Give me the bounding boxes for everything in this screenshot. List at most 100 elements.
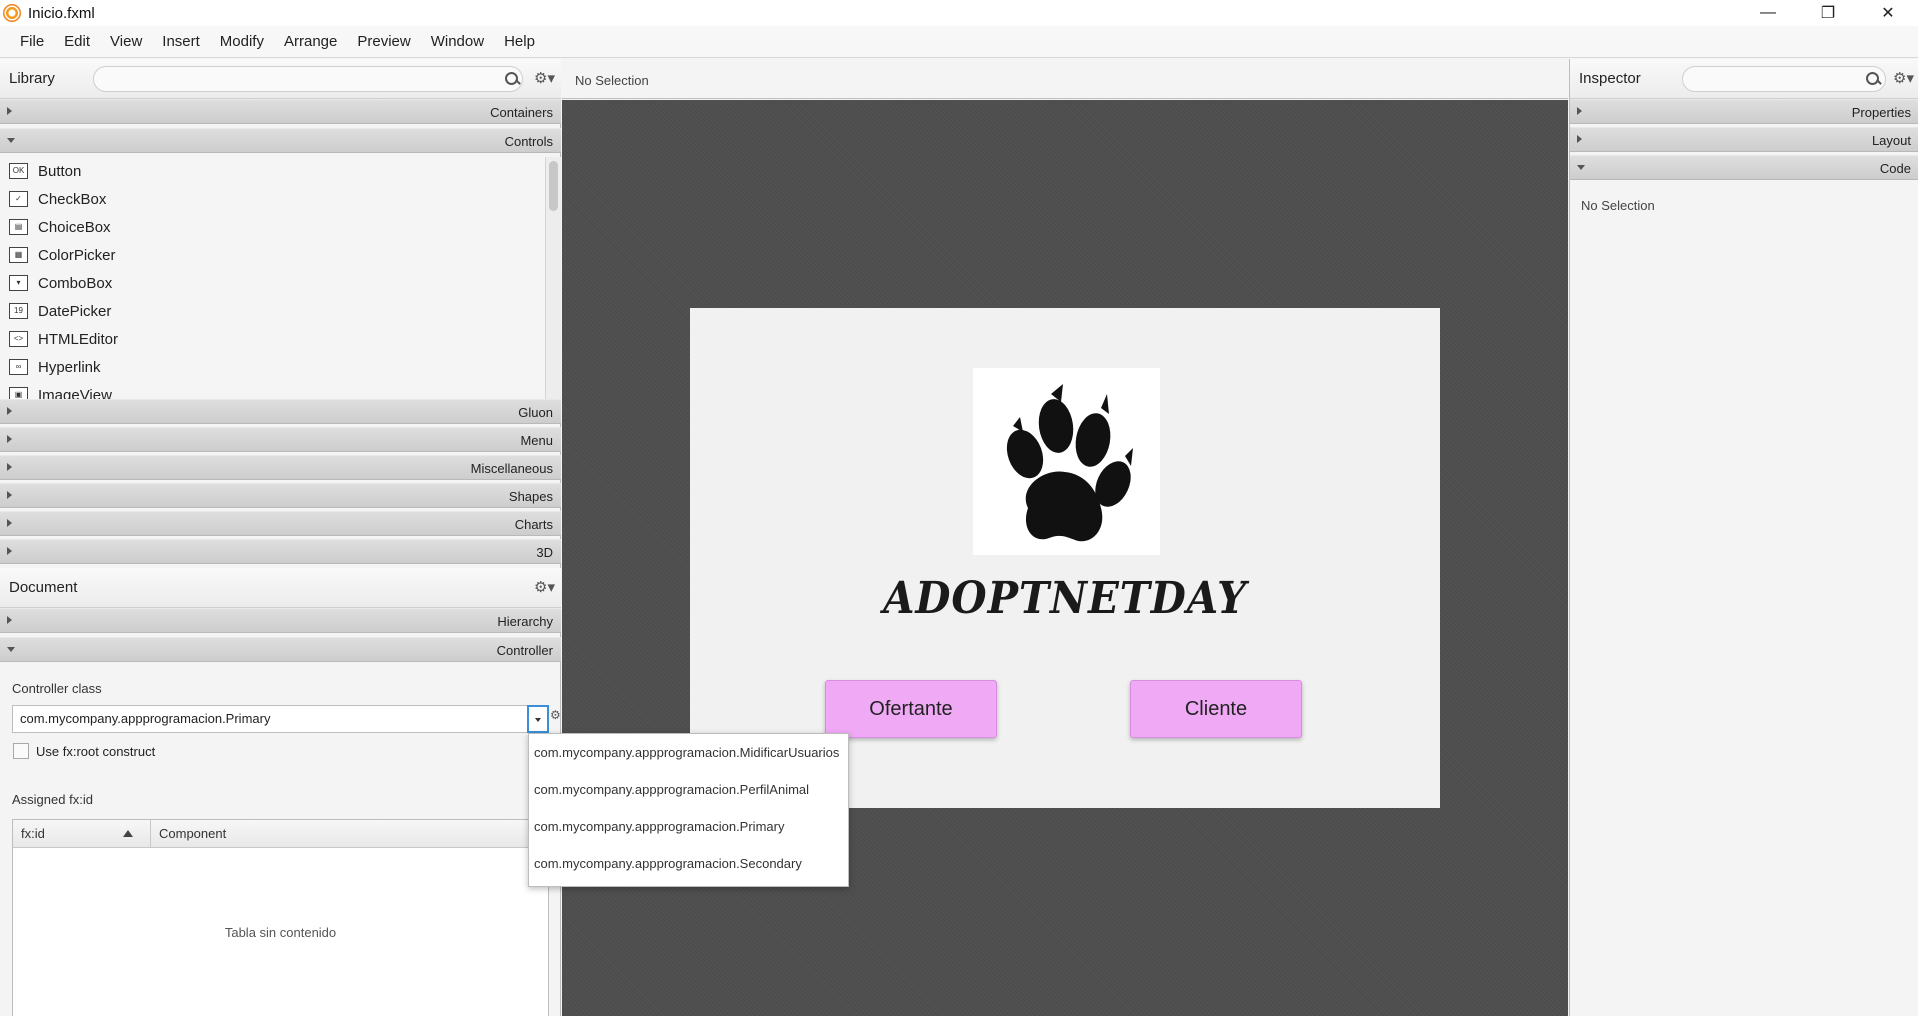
library-item-datepicker[interactable]: 19 DatePicker xyxy=(0,297,545,325)
section-shapes[interactable]: Shapes xyxy=(0,483,561,508)
choicebox-icon: ▤ xyxy=(9,219,28,235)
dropdown-option[interactable]: com.mycompany.appprogramacion.PerfilAnim… xyxy=(529,771,848,808)
colorpicker-icon: ▦ xyxy=(9,247,28,263)
window-controls: — ❐ ✕ xyxy=(1738,0,1918,26)
controller-class-dropdown-button[interactable] xyxy=(527,705,549,733)
app-name-label[interactable]: ADOPTNETDAY xyxy=(720,573,1410,624)
ofertante-button[interactable]: Ofertante xyxy=(825,680,997,738)
library-item-htmleditor[interactable]: <> HTMLEditor xyxy=(0,325,545,353)
section-label: Containers xyxy=(490,105,553,120)
library-scrollbar[interactable] xyxy=(545,157,561,399)
use-fxroot-label: Use fx:root construct xyxy=(36,744,156,759)
menu-preview[interactable]: Preview xyxy=(347,33,420,50)
library-title: Library xyxy=(9,70,55,87)
section-code[interactable]: Code xyxy=(1570,155,1918,180)
menu-window[interactable]: Window xyxy=(421,33,494,50)
library-gear-icon[interactable]: ⚙▾ xyxy=(534,71,556,87)
library-item-button[interactable]: OK Button xyxy=(0,157,545,185)
inspector-search-input[interactable] xyxy=(1682,66,1886,92)
section-label: Hierarchy xyxy=(497,614,553,629)
controller-gear-icon[interactable]: ⚙ xyxy=(550,708,561,722)
library-search-input[interactable] xyxy=(93,66,523,92)
paw-image[interactable] xyxy=(973,368,1160,555)
collapsed-arrow-icon xyxy=(7,616,12,624)
search-icon[interactable] xyxy=(504,71,520,87)
inspector-panel: Inspector ⚙▾ Properties Layout Code No S… xyxy=(1569,59,1918,1016)
column-label: fx:id xyxy=(21,826,45,841)
assigned-fxid-label: Assigned fx:id xyxy=(12,792,93,807)
scrollbar-thumb[interactable] xyxy=(549,161,558,211)
section-charts[interactable]: Charts xyxy=(0,511,561,536)
close-button[interactable]: ✕ xyxy=(1858,0,1918,26)
menu-file[interactable]: File xyxy=(10,33,54,50)
combobox-icon: ▾ xyxy=(9,275,28,291)
library-item-combobox[interactable]: ▾ ComboBox xyxy=(0,269,545,297)
controller-class-label: Controller class xyxy=(12,681,102,696)
library-item-label: DatePicker xyxy=(38,302,112,320)
dropdown-option[interactable]: com.mycompany.appprogramacion.Primary xyxy=(529,808,848,845)
minimize-button[interactable]: — xyxy=(1738,0,1798,26)
table-empty-text: Tabla sin contenido xyxy=(224,925,337,940)
menu-help[interactable]: Help xyxy=(494,33,545,50)
menu-insert[interactable]: Insert xyxy=(152,33,210,50)
section-label: 3D xyxy=(536,545,553,560)
inspector-gear-icon[interactable]: ⚙▾ xyxy=(1893,71,1915,87)
sort-ascending-icon xyxy=(123,830,133,837)
datepicker-icon: 19 xyxy=(9,303,28,319)
library-item-label: ComboBox xyxy=(38,274,113,292)
table-header: fx:id Component xyxy=(13,820,548,848)
dropdown-option[interactable]: com.mycompany.appprogramacion.MidificarU… xyxy=(529,734,848,771)
section-menu[interactable]: Menu xyxy=(0,427,561,452)
menu-view[interactable]: View xyxy=(100,33,152,50)
library-item-label: Button xyxy=(38,162,82,180)
section-label: Controller xyxy=(496,643,553,658)
column-header-component[interactable]: Component xyxy=(151,820,548,847)
section-label: Menu xyxy=(520,433,553,448)
button-icon: OK xyxy=(9,163,28,179)
section-3d[interactable]: 3D xyxy=(0,539,561,564)
menu-edit[interactable]: Edit xyxy=(54,33,100,50)
inspector-title: Inspector xyxy=(1579,70,1641,87)
assigned-fxid-table: fx:id Component Tabla sin contenido xyxy=(12,819,549,1016)
section-properties[interactable]: Properties xyxy=(1570,99,1918,124)
collapsed-arrow-icon xyxy=(7,407,12,415)
library-item-colorpicker[interactable]: ▦ ColorPicker xyxy=(0,241,545,269)
document-gear-icon[interactable]: ⚙▾ xyxy=(534,580,556,596)
library-header: Library ⚙▾ xyxy=(0,59,561,99)
collapsed-arrow-icon xyxy=(7,519,12,527)
hyperlink-icon: ∞ xyxy=(9,359,28,375)
inspector-selection-status: No Selection xyxy=(1581,198,1655,213)
search-icon[interactable] xyxy=(1865,71,1881,87)
section-hierarchy[interactable]: Hierarchy xyxy=(0,608,561,633)
scene-builder-logo-icon xyxy=(3,4,21,22)
controller-class-field[interactable]: com.mycompany.appprogramacion.Primary xyxy=(12,705,528,733)
section-label: Layout xyxy=(1871,133,1911,148)
cliente-button[interactable]: Cliente xyxy=(1130,680,1302,738)
section-controller[interactable]: Controller xyxy=(0,637,561,662)
collapsed-arrow-icon xyxy=(7,107,12,115)
section-containers[interactable]: Containers xyxy=(0,99,561,124)
section-gluon[interactable]: Gluon xyxy=(0,399,561,424)
collapsed-arrow-icon xyxy=(7,491,12,499)
section-label: Properties xyxy=(1851,105,1911,120)
library-item-checkbox[interactable]: ✓ CheckBox xyxy=(0,185,545,213)
section-controls[interactable]: Controls xyxy=(0,128,561,153)
section-label: Shapes xyxy=(508,489,553,504)
menu-arrange[interactable]: Arrange xyxy=(274,33,347,50)
library-item-imageview[interactable]: ▣ ImageView xyxy=(0,381,545,399)
collapsed-arrow-icon xyxy=(7,435,12,443)
column-header-fxid[interactable]: fx:id xyxy=(13,820,151,847)
library-item-label: ChoiceBox xyxy=(38,218,111,236)
menu-modify[interactable]: Modify xyxy=(210,33,274,50)
section-miscellaneous[interactable]: Miscellaneous xyxy=(0,455,561,480)
library-item-label: ColorPicker xyxy=(38,246,116,264)
collapsed-arrow-icon xyxy=(7,463,12,471)
library-item-hyperlink[interactable]: ∞ Hyperlink xyxy=(0,353,545,381)
library-item-choicebox[interactable]: ▤ ChoiceBox xyxy=(0,213,545,241)
section-layout[interactable]: Layout xyxy=(1570,127,1918,152)
maximize-button[interactable]: ❐ xyxy=(1798,0,1858,26)
use-fxroot-checkbox[interactable] xyxy=(13,743,29,759)
library-item-label: CheckBox xyxy=(38,190,107,208)
window-title: Inicio.fxml xyxy=(28,4,95,22)
dropdown-option[interactable]: com.mycompany.appprogramacion.Secondary xyxy=(529,845,848,882)
